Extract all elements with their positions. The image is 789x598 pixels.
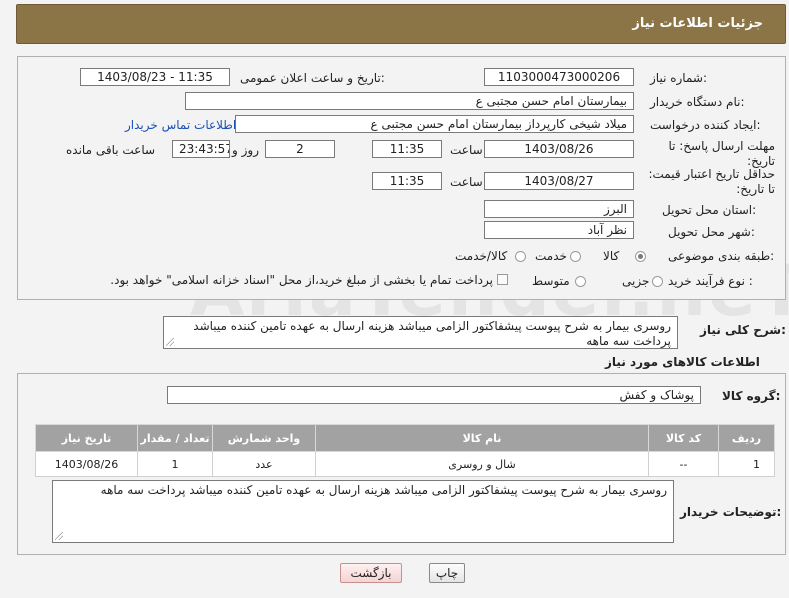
deadline-time-field: 11:35 — [372, 140, 442, 158]
description-textarea[interactable]: روسری بیمار به شرح پیوست پیشفاکتور الزام… — [163, 316, 678, 349]
city-label: شهر محل تحویل: — [668, 225, 755, 239]
resize-grip-icon[interactable] — [166, 338, 174, 346]
process-option-minor: جزیی — [622, 274, 650, 288]
deadline-time-label: ساعت — [450, 143, 483, 157]
buyer-notes-textarea[interactable]: روسری بیمار به شرح پیوست پیشفاکتور الزام… — [52, 480, 674, 543]
back-button[interactable]: بازگشت — [340, 563, 402, 583]
col-qty: تعداد / مقدار — [137, 424, 213, 452]
cell-row: 1 — [718, 451, 775, 477]
treasury-payment-note: پرداخت تمام یا بخشی از مبلغ خرید،از محل … — [110, 273, 493, 287]
description-text: روسری بیمار به شرح پیوست پیشفاکتور الزام… — [193, 319, 671, 348]
col-unit: واحد شمارش — [212, 424, 316, 452]
goods-table-wrapper: تاریخ نیاز تعداد / مقدار واحد شمارش نام … — [35, 424, 775, 477]
category-option-both: کالا/خدمت — [455, 249, 508, 263]
category-option-service: خدمت — [535, 249, 567, 263]
validity-time-label: ساعت — [450, 175, 483, 189]
cell-unit: عدد — [212, 451, 316, 477]
treasury-payment-checkbox[interactable] — [497, 274, 508, 285]
province-field: البرز — [484, 200, 634, 218]
col-code: کد کالا — [648, 424, 719, 452]
city-field: نظر آباد — [484, 221, 634, 239]
province-label: استان محل تحویل: — [662, 203, 757, 217]
validity-date-field: 1403/08/27 — [484, 172, 634, 190]
page-title: جزئیات اطلاعات نیاز — [632, 16, 763, 31]
days-label: روز و — [232, 143, 259, 157]
buyer-field: بیمارستان امام حسن مجتبی ع — [185, 92, 634, 110]
goods-group-label: گروه کالا: — [722, 389, 781, 403]
validity-label: حداقل تاریخ اعتبار قیمت: تا تاریخ: — [648, 167, 775, 196]
remaining-time-field: 23:43:57 — [172, 140, 230, 158]
category-radio-goods[interactable] — [635, 251, 646, 262]
category-option-goods: کالا — [603, 249, 620, 263]
col-name: نام کالا — [315, 424, 649, 452]
col-need-date: تاریخ نیاز — [35, 424, 138, 452]
buyer-notes-label: توضیحات خریدار: — [680, 505, 782, 519]
creator-label: ایجاد کننده درخواست: — [650, 118, 761, 132]
process-label: نوع فرآیند خرید : — [668, 274, 753, 288]
goods-table-header: تاریخ نیاز تعداد / مقدار واحد شمارش نام … — [35, 424, 775, 452]
table-row: 1403/08/26 1 عدد شال و روسری -- 1 — [35, 451, 775, 477]
cell-qty: 1 — [137, 451, 213, 477]
description-label: شرح کلی نیاز: — [700, 323, 786, 337]
announce-label: تاریخ و ساعت اعلان عمومی: — [240, 71, 385, 85]
deadline-date-field: 1403/08/26 — [484, 140, 634, 158]
goods-group-field: پوشاک و کفش — [167, 386, 701, 404]
validity-time-field: 11:35 — [372, 172, 442, 190]
print-button[interactable]: چاپ — [429, 563, 465, 583]
deadline-label: مهلت ارسال پاسخ: تا تاریخ: — [668, 139, 775, 168]
buyer-notes-text: روسری بیمار به شرح پیوست پیشفاکتور الزام… — [100, 483, 667, 497]
days-field: 2 — [265, 140, 335, 158]
goods-section-title: اطلاعات کالاهای مورد نیاز — [605, 355, 760, 369]
buyer-label: نام دستگاه خریدار: — [650, 95, 745, 109]
cell-need-date: 1403/08/26 — [35, 451, 138, 477]
need-number-label: شماره نیاز: — [650, 71, 708, 85]
cell-code: -- — [648, 451, 719, 477]
process-option-medium: متوسط — [532, 274, 570, 288]
category-label: طبقه بندی موضوعی: — [668, 249, 775, 263]
category-radio-service[interactable] — [570, 251, 581, 262]
page-header: جزئیات اطلاعات نیاز — [16, 4, 786, 44]
resize-grip-icon[interactable] — [55, 532, 63, 540]
process-radio-minor[interactable] — [652, 276, 663, 287]
creator-field: میلاد شیخی کارپرداز بیمارستان امام حسن م… — [235, 115, 634, 133]
category-radio-both[interactable] — [515, 251, 526, 262]
cell-name: شال و روسری — [315, 451, 649, 477]
announce-field: 1403/08/23 - 11:35 — [80, 68, 230, 86]
process-radio-medium[interactable] — [575, 276, 586, 287]
col-row: ردیف — [718, 424, 775, 452]
goods-table: تاریخ نیاز تعداد / مقدار واحد شمارش نام … — [35, 424, 775, 477]
need-number-field: 1103000473000206 — [484, 68, 634, 86]
contact-buyer-link[interactable]: اطلاعات تماس خریدار — [125, 118, 236, 132]
remaining-label: ساعت باقی مانده — [66, 143, 156, 157]
